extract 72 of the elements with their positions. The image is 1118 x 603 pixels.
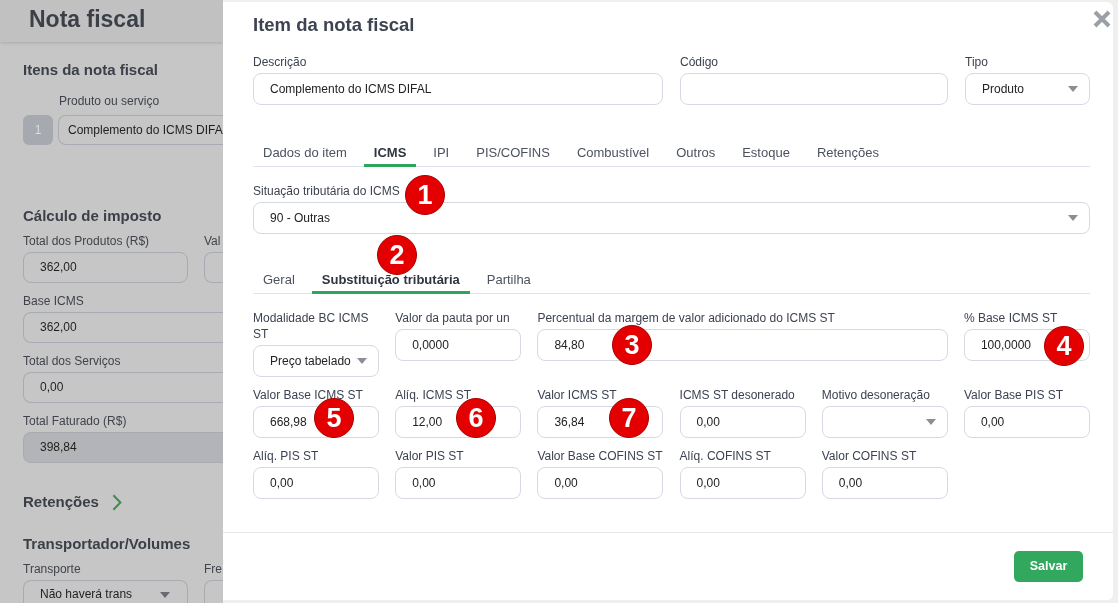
caret-icon [357, 358, 367, 364]
tab[interactable]: Retenções [806, 137, 890, 167]
caret-icon [1068, 215, 1078, 221]
field-label: ICMS ST desonerado [679, 387, 795, 403]
close-icon[interactable] [1093, 10, 1111, 28]
input-field[interactable]: 0,00 [23, 372, 223, 403]
field-label: Percentual da margem de valor adicionado do ICMS ST [537, 310, 835, 326]
field-label: Alíq. COFINS ST [679, 448, 771, 464]
field-label: Total dos Serviços [23, 353, 121, 369]
select-field[interactable]: Não haverá trans [23, 580, 188, 603]
input-field[interactable]: 362,00 [23, 312, 223, 343]
field-label: Val [204, 233, 221, 249]
dialog-title: Item da nota fiscal [253, 14, 415, 36]
tab[interactable]: PIS/COFINS [466, 137, 560, 167]
field-label: Valor da pauta por un [395, 310, 510, 326]
tab[interactable]: IPI [423, 137, 460, 167]
section-heading: Cálculo de imposto [23, 206, 162, 226]
tab[interactable]: Outros [666, 137, 726, 167]
column-label: Produto ou serviço [59, 93, 160, 109]
annotation-marker: 5 [314, 398, 354, 438]
field-label: Valor PIS ST [395, 448, 464, 464]
field-label: Total Faturado (R$) [23, 413, 127, 429]
field-label: Transporte [23, 561, 81, 577]
field-label: Código [680, 54, 719, 70]
field-label: Alíq. PIS ST [253, 448, 319, 464]
select-field[interactable]: Produto [965, 73, 1090, 105]
field-label: Situação tributária do ICMS [253, 183, 400, 199]
annotation-marker: 7 [609, 398, 649, 438]
input-field[interactable]: 362,00 [23, 252, 188, 283]
page-title: Nota fiscal [29, 5, 146, 33]
annotation-marker: 2 [377, 235, 417, 275]
field-label: Total dos Produtos (R$) [23, 233, 150, 249]
tab[interactable]: ICMS [363, 137, 417, 167]
caret-icon [160, 592, 170, 598]
input-field[interactable]: 0,00 [395, 467, 522, 499]
input-field[interactable]: Complemento do ICMS DIFA [58, 115, 223, 145]
annotation-marker: 3 [612, 325, 652, 365]
annotation-marker: 6 [456, 398, 496, 438]
section-heading: Itens da nota fiscal [23, 60, 159, 80]
select-field[interactable]: Preço tabelado [253, 345, 379, 377]
input-field[interactable]: 0,00 [963, 406, 1090, 438]
caret-icon [925, 419, 936, 425]
field-label: Tipo [965, 54, 988, 70]
field-label: Modalidade BC ICMS ST [253, 310, 370, 342]
tab[interactable]: Geral [253, 264, 305, 294]
annotation-marker: 1 [405, 175, 445, 215]
field-label: Valor Base COFINS ST [537, 448, 663, 464]
input-field[interactable]: 0,00 [253, 467, 379, 499]
field-label: Fre [204, 561, 222, 577]
input-field[interactable] [680, 73, 948, 105]
field-label: Descrição [253, 54, 307, 70]
field-label: Valor Base PIS ST [963, 387, 1064, 403]
field-label: Motivo desoneração [821, 387, 930, 403]
tab[interactable]: Estoque [732, 137, 800, 167]
tab[interactable]: Combustível [566, 137, 660, 167]
section-heading: Transportador/Volumes [23, 534, 191, 554]
input-field[interactable]: 0,00 [537, 467, 664, 499]
tab[interactable]: Partilha [476, 264, 541, 294]
input-field[interactable]: 0,0000 [395, 329, 522, 361]
tab[interactable]: Dados do item [253, 137, 357, 167]
field-label: Base ICMS [23, 293, 84, 309]
input-field[interactable]: Complemento do ICMS DIFAL [253, 73, 663, 105]
input-field[interactable]: 0,00 [679, 467, 806, 499]
chevron-icon [111, 493, 122, 511]
annotation-marker: 4 [1044, 326, 1084, 366]
input-field[interactable]: 0,00 [821, 467, 948, 499]
caret-icon [1068, 86, 1078, 92]
field-label: % Base ICMS ST [963, 310, 1058, 326]
select-field[interactable] [821, 406, 948, 438]
section-toggle[interactable]: Retenções [23, 492, 122, 512]
input-field[interactable]: 0,00 [679, 406, 806, 438]
field-label: Valor COFINS ST [821, 448, 917, 464]
